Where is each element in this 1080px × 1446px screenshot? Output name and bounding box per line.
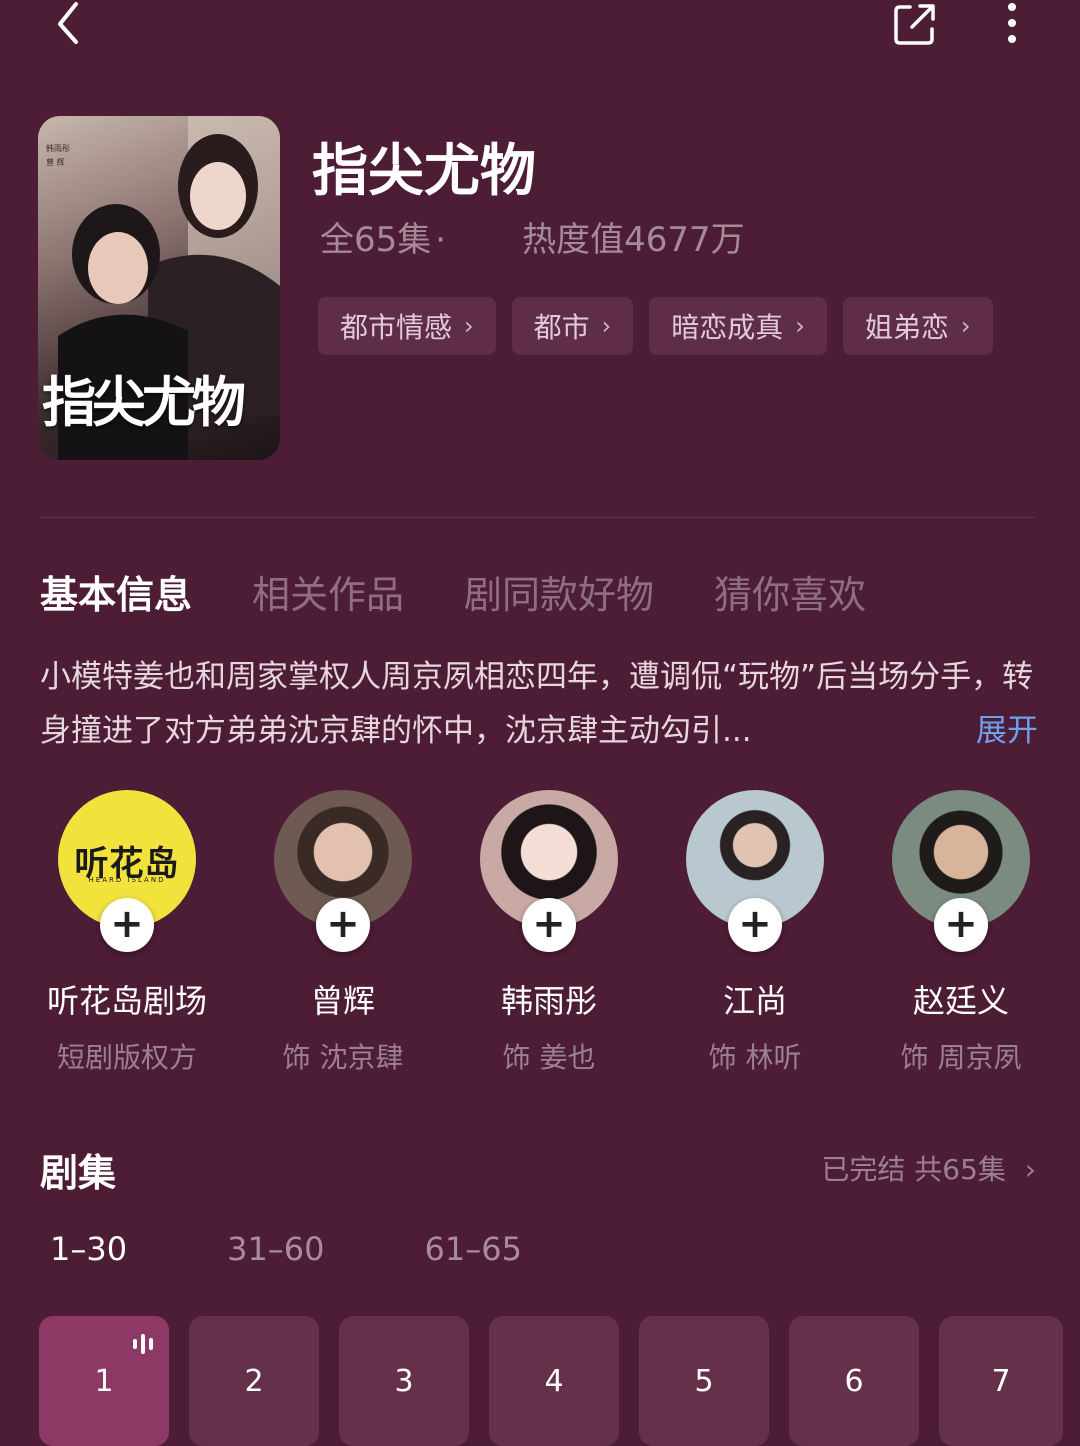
- avatar[interactable]: +: [274, 790, 412, 952]
- avatar[interactable]: +: [686, 790, 824, 952]
- audio-bars-icon: [133, 1334, 153, 1354]
- follow-plus-icon[interactable]: +: [100, 898, 154, 952]
- cast-item[interactable]: 听花岛 HEARD ISLAND + 听花岛剧场 短剧版权方: [24, 790, 230, 1076]
- poster-credits: 韩雨彤 曾 辉: [46, 144, 70, 167]
- synopsis: 小模特姜也和周家掌权人周京夙相恋四年，遭调侃“玩物”后当场分手，转身撞进了对方弟…: [40, 650, 1040, 758]
- episodes-status-link[interactable]: 已完结 共65集 ›: [821, 1148, 1036, 1188]
- follow-plus-icon[interactable]: +: [522, 898, 576, 952]
- top-bar: [0, 0, 1080, 60]
- poster-title-art: 指尖尤物: [42, 370, 246, 434]
- avatar[interactable]: 听花岛 HEARD ISLAND +: [58, 790, 196, 952]
- follow-plus-icon[interactable]: +: [316, 898, 370, 952]
- chevron-right-icon: ›: [960, 312, 971, 340]
- more-vertical-icon: [1008, 3, 1016, 43]
- avatar[interactable]: +: [480, 790, 618, 952]
- tab-related-works[interactable]: 相关作品: [252, 564, 404, 619]
- tab-basic-info[interactable]: 基本信息: [40, 564, 192, 619]
- info-tabs: 基本信息 相关作品 剧同款好物 猜你喜欢: [40, 564, 866, 619]
- chevron-right-icon: ›: [1024, 1153, 1036, 1186]
- episode-button[interactable]: 4: [489, 1316, 619, 1446]
- drama-title: 指尖尤物: [312, 139, 536, 204]
- chevron-right-icon: ›: [464, 312, 474, 340]
- cast-role: 饰 林听: [708, 1041, 802, 1074]
- episode-button[interactable]: 3: [339, 1316, 469, 1446]
- genre-tags: 都市情感 › 都市 › 暗恋成真 › 姐弟恋 ›: [318, 297, 993, 355]
- episode-button[interactable]: 5: [639, 1316, 769, 1446]
- more-button[interactable]: [990, 0, 1034, 48]
- range-tab[interactable]: 31–60: [227, 1230, 324, 1268]
- logo-subtext: HEARD ISLAND: [88, 876, 166, 884]
- cast-item[interactable]: + 江尚 饰 林听: [652, 790, 858, 1076]
- heat-value: 热度值4677万: [522, 220, 745, 260]
- cast-name: 赵廷义: [912, 982, 1009, 1020]
- cast-name: 听花岛剧场: [46, 982, 207, 1020]
- chevron-left-icon: [58, 2, 78, 44]
- cast-name: 韩雨彤: [500, 982, 597, 1020]
- cast-role: 饰 沈京肆: [282, 1041, 404, 1074]
- genre-tag[interactable]: 都市情感 ›: [318, 297, 496, 355]
- range-tab[interactable]: 1–30: [50, 1230, 127, 1268]
- section-divider: [40, 517, 1036, 518]
- cast-role: 饰 姜也: [502, 1041, 596, 1074]
- tab-recommendations[interactable]: 猜你喜欢: [714, 564, 866, 619]
- cast-role: 短剧版权方: [56, 1041, 197, 1074]
- cast-item[interactable]: + 赵廷义 饰 周京夙: [858, 790, 1064, 1076]
- range-tab[interactable]: 61–65: [425, 1230, 522, 1268]
- tab-same-products[interactable]: 剧同款好物: [464, 564, 654, 619]
- episodes-title: 剧集: [40, 1151, 117, 1195]
- genre-tag[interactable]: 暗恋成真 ›: [649, 297, 827, 355]
- cast-item[interactable]: + 韩雨彤 饰 姜也: [446, 790, 652, 1076]
- episode-range-tabs: 1–30 31–60 61–65: [50, 1230, 622, 1268]
- genre-tag[interactable]: 都市 ›: [511, 297, 634, 355]
- genre-tag[interactable]: 姐弟恋 ›: [842, 297, 993, 355]
- cast-item[interactable]: + 曾辉 饰 沈京肆: [240, 790, 446, 1076]
- cast-name: 江尚: [722, 982, 787, 1020]
- cast-role: 饰 周京夙: [900, 1041, 1022, 1074]
- share-icon: [894, 4, 935, 45]
- episode-grid: 1 2 3 4 5 6 7: [39, 1316, 1063, 1446]
- episode-button[interactable]: 1: [39, 1316, 169, 1446]
- back-button[interactable]: [38, 0, 98, 48]
- drama-meta: 全65集 · 热度值4677万: [320, 212, 745, 261]
- meta-separator: ·: [435, 220, 447, 260]
- episode-button[interactable]: 7: [939, 1316, 1063, 1446]
- episode-count: 全65集: [320, 220, 432, 260]
- follow-plus-icon[interactable]: +: [728, 898, 782, 952]
- share-button[interactable]: [884, 0, 944, 48]
- follow-plus-icon[interactable]: +: [934, 898, 988, 952]
- episode-button[interactable]: 6: [789, 1316, 919, 1446]
- episode-button[interactable]: 2: [189, 1316, 319, 1446]
- expand-link[interactable]: 展开: [966, 704, 1038, 758]
- drama-poster[interactable]: 韩雨彤 曾 辉 指尖尤物: [38, 116, 280, 460]
- chevron-right-icon: ›: [795, 312, 805, 340]
- cast-list: 听花岛 HEARD ISLAND + 听花岛剧场 短剧版权方 + 曾辉 饰 沈京…: [0, 790, 1080, 1080]
- cast-name: 曾辉: [310, 982, 375, 1020]
- synopsis-text: 小模特姜也和周家掌权人周京夙相恋四年，遭调侃“玩物”后当场分手，转身撞进了对方弟…: [40, 659, 1034, 749]
- chevron-right-icon: ›: [601, 312, 612, 340]
- avatar[interactable]: +: [892, 790, 1030, 952]
